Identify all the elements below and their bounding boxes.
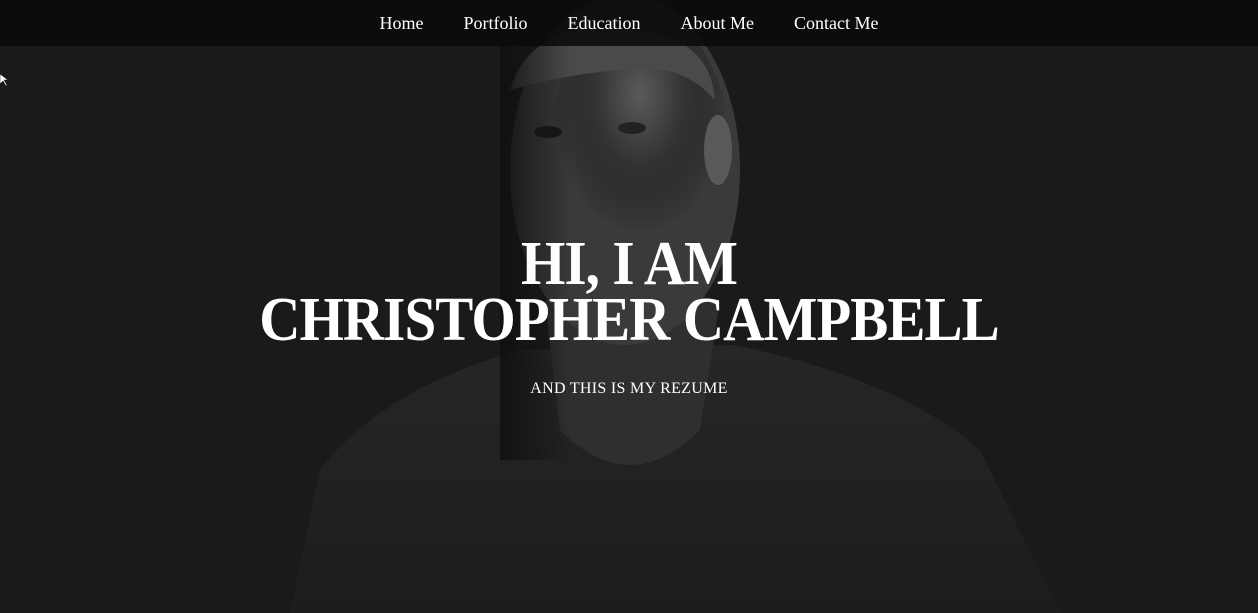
nav-item-portfolio[interactable]: Portfolio	[444, 0, 548, 46]
mouse-cursor-icon	[0, 73, 9, 87]
hero-title-line1: HI, I AM	[520, 230, 738, 298]
nav-item-about-me[interactable]: About Me	[661, 0, 775, 46]
page: Home Portfolio Education About Me Contac…	[0, 0, 1258, 613]
hero-subtitle: AND THIS IS MY REZUME	[530, 380, 728, 397]
top-navbar: Home Portfolio Education About Me Contac…	[0, 0, 1258, 46]
hero-title-line2: CHRISTOPHER CAMPBELL	[259, 286, 1000, 354]
nav-menu: Home Portfolio Education About Me Contac…	[0, 0, 1258, 46]
hero-section: HI, I AM CHRISTOPHER CAMPBELL AND THIS I…	[0, 230, 1258, 398]
hero-title: HI, I AM CHRISTOPHER CAMPBELL	[50, 230, 1207, 354]
nav-item-contact-me[interactable]: Contact Me	[774, 0, 898, 46]
nav-item-home[interactable]: Home	[360, 0, 444, 46]
nav-item-education[interactable]: Education	[548, 0, 661, 46]
